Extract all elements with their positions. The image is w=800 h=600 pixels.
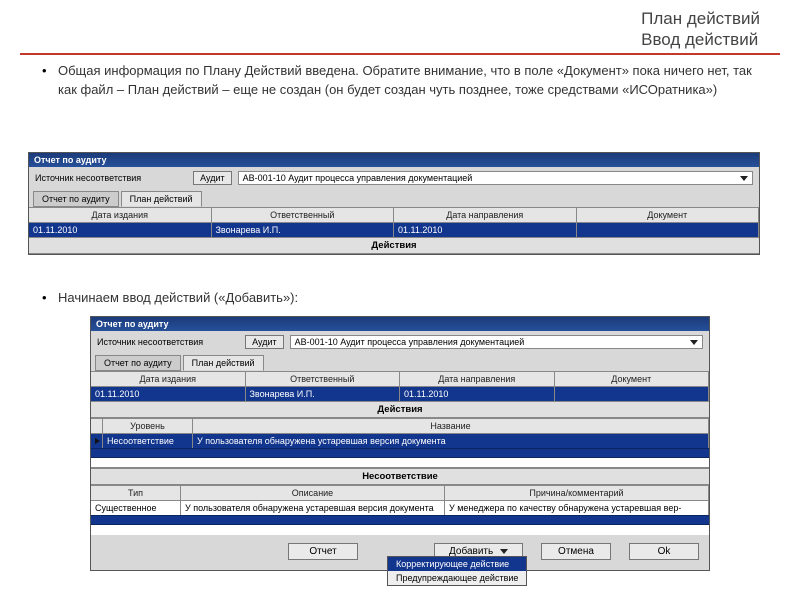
nc-col-reason: Причина/комментарий (445, 486, 709, 500)
cell-date-issue-2: 01.11.2010 (91, 387, 246, 401)
col-responsible-2: Ответственный (246, 372, 401, 386)
chevron-down-icon (690, 340, 698, 345)
col-responsible: Ответственный (212, 208, 395, 222)
col-date-sent: Дата направления (394, 208, 577, 222)
audit-select-2[interactable]: АВ-001-10 Аудит процесса управления доку… (290, 335, 703, 349)
nc-row[interactable]: Существенное У пользователя обнаружена у… (91, 501, 709, 515)
tab-plan-2[interactable]: План действий (183, 355, 264, 371)
app-window-1: Отчет по аудиту Источник несоответствия … (28, 152, 760, 255)
cell-date-issue: 01.11.2010 (29, 223, 212, 237)
bullet-2: Начинаем ввод действий («Добавить»): (42, 290, 760, 305)
menu-corrective[interactable]: Корректирующее действие (388, 557, 526, 571)
cell-date-sent: 01.11.2010 (394, 223, 577, 237)
source-label: Источник несоответствия (35, 173, 141, 183)
slide-title: План действий Ввод действий (641, 8, 760, 51)
audit-select[interactable]: АВ-001-10 Аудит процесса управления доку… (238, 171, 753, 185)
window-title-2: Отчет по аудиту (91, 317, 709, 331)
col-title: Название (193, 419, 709, 433)
nc-cell-type: Существенное (91, 501, 181, 515)
cancel-button[interactable]: Отмена (541, 543, 611, 560)
tab-report[interactable]: Отчет по аудиту (33, 191, 119, 207)
tabs: Отчет по аудиту План действий (29, 191, 759, 207)
source-label-2: Источник несоответствия (97, 337, 203, 347)
report-button[interactable]: Отчет (288, 543, 358, 560)
audit-select-value: АВ-001-10 Аудит процесса управления доку… (243, 173, 473, 183)
row-marker-icon (91, 434, 103, 448)
col-document: Документ (577, 208, 760, 222)
col-document-2: Документ (555, 372, 710, 386)
empty-row-2 (91, 525, 709, 535)
source-row: Источник несоответствия Аудит АВ-001-10 … (29, 167, 759, 189)
dark-strip-1 (91, 448, 709, 458)
source-row-2: Источник несоответствия Аудит АВ-001-10 … (91, 331, 709, 353)
tabs-2: Отчет по аудиту План действий (91, 355, 709, 371)
chevron-down-icon (500, 549, 508, 554)
cell-responsible: Звонарева И.П. (212, 223, 395, 237)
actions-row[interactable]: Несоответствие У пользователя обнаружена… (91, 434, 709, 448)
nc-header: Тип Описание Причина/комментарий (91, 485, 709, 501)
bullet-1: Общая информация по Плану Действий введе… (42, 62, 760, 100)
divider (20, 53, 780, 55)
cell-responsible-2: Звонарева И.П. (246, 387, 401, 401)
cell-title: У пользователя обнаружена устаревшая вер… (193, 434, 709, 448)
cell-level: Несоответствие (103, 434, 193, 448)
nc-col-desc: Описание (181, 486, 445, 500)
empty-row (91, 458, 709, 468)
cell-document-2 (555, 387, 710, 401)
dark-strip-2 (91, 515, 709, 525)
col-date-issue: Дата издания (29, 208, 212, 222)
nc-col-type: Тип (91, 486, 181, 500)
section-nonconformity: Несоответствие (91, 468, 709, 485)
grid-header: Дата издания Ответственный Дата направле… (29, 207, 759, 223)
ok-button[interactable]: Ok (629, 543, 699, 560)
grid-row-selected-2[interactable]: 01.11.2010 Звонарева И.П. 01.11.2010 (91, 387, 709, 401)
add-dropdown[interactable]: Корректирующее действие Предупреждающее … (387, 556, 527, 586)
row-marker-head (91, 419, 103, 433)
audit-button[interactable]: Аудит (193, 171, 232, 185)
nc-cell-reason: У менеджера по качеству обнаружена устар… (445, 501, 709, 515)
audit-select-value-2: АВ-001-10 Аудит процесса управления доку… (295, 337, 525, 347)
cell-document (577, 223, 760, 237)
col-date-issue-2: Дата издания (91, 372, 246, 386)
app-window-2: Отчет по аудиту Источник несоответствия … (90, 316, 710, 571)
slide-title-line1: План действий (641, 8, 760, 29)
grid-row-selected[interactable]: 01.11.2010 Звонарева И.П. 01.11.2010 (29, 223, 759, 237)
audit-button-2[interactable]: Аудит (245, 335, 284, 349)
actions-header: Уровень Название (91, 418, 709, 434)
grid-header-2: Дата издания Ответственный Дата направле… (91, 371, 709, 387)
col-date-sent-2: Дата направления (400, 372, 555, 386)
nc-cell-desc: У пользователя обнаружена устаревшая вер… (181, 501, 445, 515)
window-title: Отчет по аудиту (29, 153, 759, 167)
slide-title-line2: Ввод действий (641, 29, 760, 50)
col-level: Уровень (103, 419, 193, 433)
section-actions: Действия (29, 237, 759, 254)
section-actions-2: Действия (91, 401, 709, 418)
tab-report-2[interactable]: Отчет по аудиту (95, 355, 181, 371)
menu-preventive[interactable]: Предупреждающее действие (388, 571, 526, 585)
body-text-1: Общая информация по Плану Действий введе… (42, 62, 760, 100)
chevron-down-icon (740, 176, 748, 181)
body-text-2: Начинаем ввод действий («Добавить»): (42, 290, 760, 305)
cell-date-sent-2: 01.11.2010 (400, 387, 555, 401)
tab-plan[interactable]: План действий (121, 191, 202, 207)
